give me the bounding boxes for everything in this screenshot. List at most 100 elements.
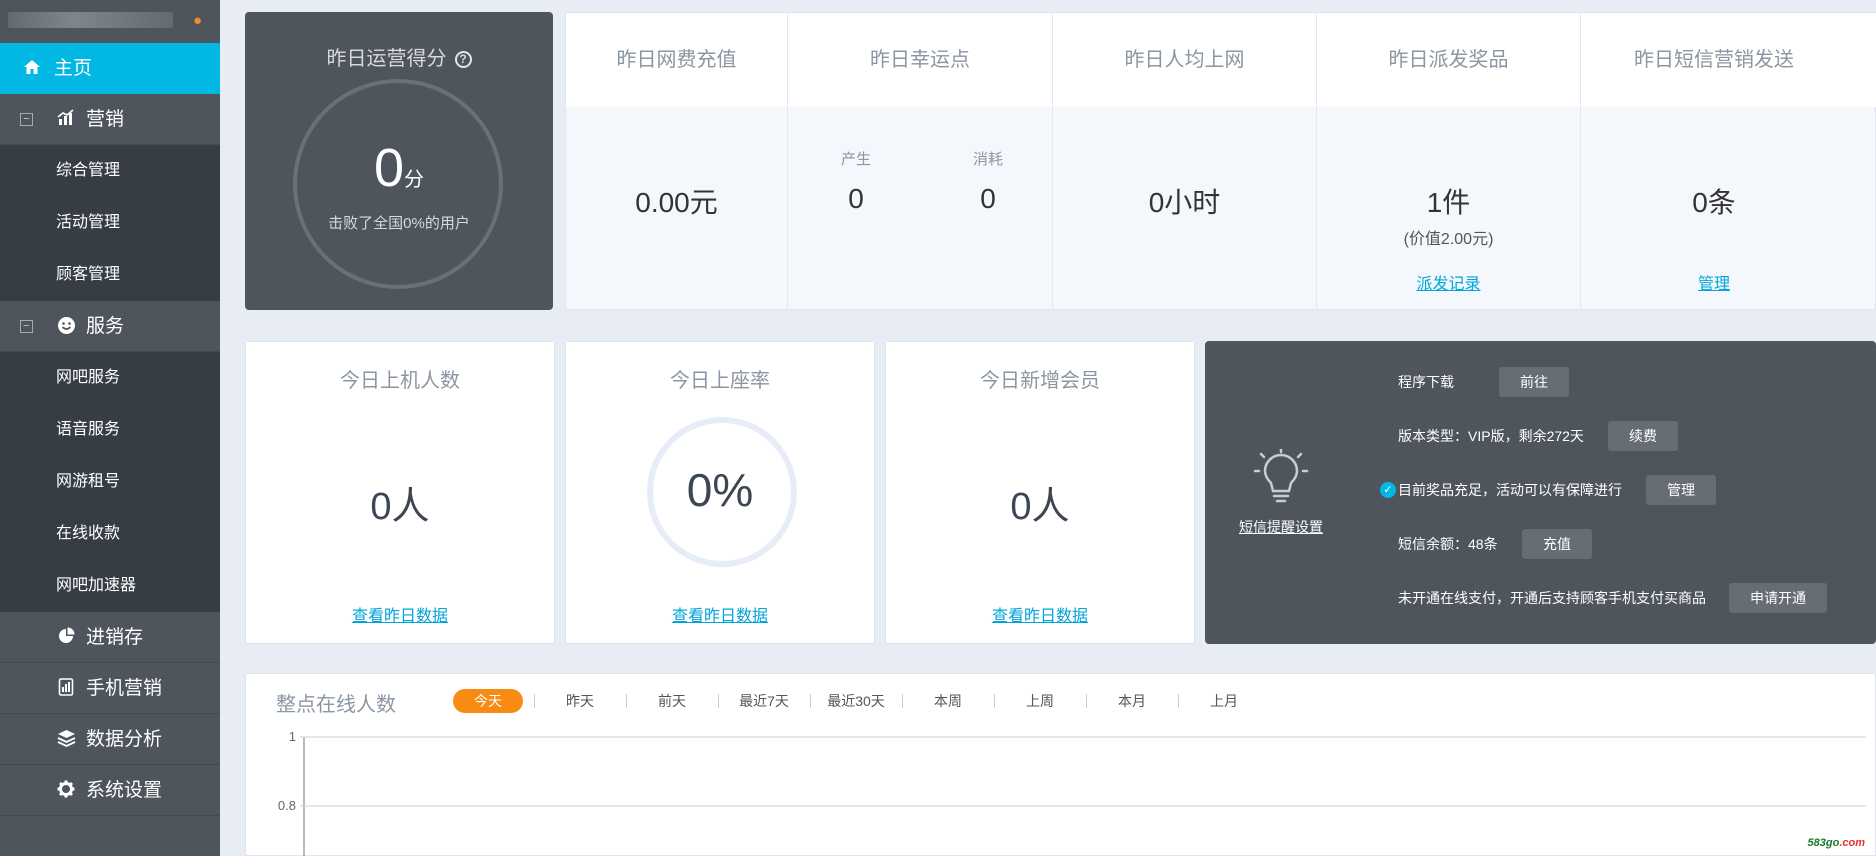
info-row-prizes: 目前奖品充足，活动可以有保障进行 xyxy=(1398,482,1622,498)
lucky-produce-value: 0 xyxy=(848,183,864,214)
sms-manage-link[interactable]: 管理 xyxy=(1581,270,1876,294)
tab-range-8[interactable]: 上月 xyxy=(1189,689,1259,713)
stat-value: 0小时 xyxy=(1148,187,1221,218)
info-row-online-payment: 未开通在线支付，开通后支持顾客手机支付买商品 xyxy=(1398,590,1706,606)
phone-chart-icon xyxy=(54,663,78,714)
home-icon xyxy=(20,43,44,94)
tab-range-2[interactable]: 前天 xyxy=(637,689,707,713)
sidebar-item-label: 服务 xyxy=(86,316,125,337)
tab-range-7[interactable]: 本月 xyxy=(1097,689,1167,713)
prize-records-link[interactable]: 派发记录 xyxy=(1317,270,1580,294)
collapse-toggle-icon[interactable]: − xyxy=(20,320,33,333)
score-value: 0 xyxy=(373,138,405,198)
submenu-marketing: 综合管理 活动管理 顾客管理 xyxy=(0,145,220,301)
view-yesterday-link[interactable]: 查看昨日数据 xyxy=(246,602,554,626)
sidebar-subitem-payment[interactable]: 在线收款 xyxy=(0,508,220,560)
hourly-online-chart: 1 0.8 整点在线人数 今天 昨天 前天 最近7天 最近30天 本周 上周 本月 上月 583g… xyxy=(245,673,1876,856)
sidebar-item-inventory[interactable]: 进销存 xyxy=(0,612,220,663)
score-unit: 分 xyxy=(404,169,425,191)
tab-range-4[interactable]: 最近30天 xyxy=(821,689,891,713)
sidebar-subitem-voice[interactable]: 语音服务 xyxy=(0,404,220,456)
sidebar-item-home[interactable]: 主页 xyxy=(0,43,220,94)
info-row-download: 程序下载 xyxy=(1398,374,1454,390)
view-yesterday-link[interactable]: 查看昨日数据 xyxy=(886,602,1194,626)
card-title: 今日新增会员 xyxy=(980,370,1100,392)
go-download-button[interactable]: 前往 xyxy=(1499,367,1569,397)
tab-range-0[interactable]: 今天 xyxy=(453,689,523,713)
help-icon[interactable]: ? xyxy=(454,51,472,68)
recharge-button[interactable]: 充值 xyxy=(1522,529,1592,559)
chart-title: 整点在线人数 xyxy=(276,694,396,716)
info-panel: 短信提醒设置 程序下载 前往 版本类型：VIP版，剩余272天 续费 ✓ 目前奖… xyxy=(1205,341,1876,644)
stat-net-recharge: 昨日网费充值 0.00元 xyxy=(566,13,788,311)
sidebar-item-mobile-marketing[interactable]: 手机营销 xyxy=(0,663,220,714)
sidebar-item-service[interactable]: − 服务 xyxy=(0,301,220,352)
submenu-service: 网吧服务 语音服务 网游租号 在线收款 网吧加速器 xyxy=(0,352,220,612)
stat-value: 0条 xyxy=(1692,187,1736,218)
tab-separator xyxy=(902,694,903,708)
tab-range-6[interactable]: 上周 xyxy=(1005,689,1075,713)
lucky-produce-label: 产生 xyxy=(840,151,871,168)
y-tick-label-0: 1 xyxy=(289,729,296,744)
user-info: ● xyxy=(0,0,220,43)
prizes-manage-button[interactable]: 管理 xyxy=(1646,475,1716,505)
sidebar-subitem-account-rent[interactable]: 网游租号 xyxy=(0,456,220,508)
apply-payment-button[interactable]: 申请开通 xyxy=(1729,583,1827,613)
score-title-text: 昨日运营得分 xyxy=(326,48,447,70)
stat-prizes: 昨日派发奖品 1件 (价值2.00元) 派发记录 xyxy=(1317,13,1581,311)
username-blurred xyxy=(8,12,173,28)
chart-icon xyxy=(54,94,78,145)
stat-title: 昨日人均上网 xyxy=(1053,13,1316,107)
tab-separator xyxy=(810,694,811,708)
tab-separator xyxy=(1086,694,1087,708)
score-beat-text: 击败了全国0%的用户 xyxy=(328,215,470,232)
stat-avg-online: 昨日人均上网 0小时 xyxy=(1053,13,1317,311)
tab-range-3[interactable]: 最近7天 xyxy=(729,689,799,713)
card-value: 0人 xyxy=(1010,486,1070,528)
lightbulb-icon xyxy=(1253,449,1309,503)
today-new-members-card: 今日新增会员 0人 查看昨日数据 xyxy=(885,341,1195,644)
sms-reminder-settings-link[interactable]: 短信提醒设置 xyxy=(1235,517,1327,537)
sidebar-subitem-accelerator[interactable]: 网吧加速器 xyxy=(0,560,220,612)
tab-range-1[interactable]: 昨天 xyxy=(545,689,615,713)
card-value: 0人 xyxy=(370,486,430,528)
info-row-sms-balance: 短信余额：48条 xyxy=(1398,536,1498,552)
today-occupancy-card: 今日上座率 0% 查看昨日数据 xyxy=(565,341,875,644)
tab-range-5[interactable]: 本周 xyxy=(913,689,983,713)
lucky-consume-value: 0 xyxy=(980,183,996,214)
card-value: 0% xyxy=(686,464,754,516)
stat-title: 昨日派发奖品 xyxy=(1317,13,1580,107)
sidebar-item-settings[interactable]: 系统设置 xyxy=(0,765,220,816)
lucky-consume-label: 消耗 xyxy=(972,151,1003,168)
stat-value: 1件 xyxy=(1426,187,1471,218)
stat-value: 0.00元 xyxy=(635,187,718,218)
stat-sms: 昨日短信营销发送 0条 管理 xyxy=(1581,13,1876,311)
score-title: 昨日运营得分? xyxy=(245,42,553,71)
operation-score-card: 昨日运营得分? 0分 击败了全国0%的用户 xyxy=(245,12,553,310)
watermark-prefix: 583go xyxy=(1807,837,1840,849)
tab-separator xyxy=(1178,694,1179,708)
pie-icon xyxy=(54,612,78,663)
gear-icon xyxy=(54,765,78,816)
stat-title: 昨日网费充值 xyxy=(566,13,787,107)
sidebar-item-data-analysis[interactable]: 数据分析 xyxy=(0,714,220,765)
tab-separator xyxy=(534,694,535,708)
lucky-produce: 产生 0 xyxy=(816,148,896,215)
sidebar-item-label: 数据分析 xyxy=(86,729,163,750)
sidebar-item-label: 营销 xyxy=(86,109,125,130)
sidebar-subitem-activity[interactable]: 活动管理 xyxy=(0,197,220,249)
sidebar-item-label: 主页 xyxy=(54,58,93,79)
sidebar-subitem-netbar[interactable]: 网吧服务 xyxy=(0,352,220,404)
sidebar-item-marketing[interactable]: − 营销 xyxy=(0,94,220,145)
stat-title: 昨日短信营销发送 xyxy=(1581,13,1876,107)
info-row-version: 版本类型：VIP版，剩余272天 xyxy=(1398,428,1584,444)
location-pin-icon[interactable]: ● xyxy=(193,12,202,29)
sidebar-subitem-customers[interactable]: 顾客管理 xyxy=(0,249,220,301)
watermark: 583go.com xyxy=(1808,837,1865,849)
sidebar-subitem-general[interactable]: 综合管理 xyxy=(0,145,220,197)
layers-icon xyxy=(54,714,78,765)
collapse-toggle-icon[interactable]: − xyxy=(20,113,33,126)
check-circle-icon: ✓ xyxy=(1380,482,1396,498)
renew-button[interactable]: 续费 xyxy=(1608,421,1678,451)
view-yesterday-link[interactable]: 查看昨日数据 xyxy=(566,602,874,626)
